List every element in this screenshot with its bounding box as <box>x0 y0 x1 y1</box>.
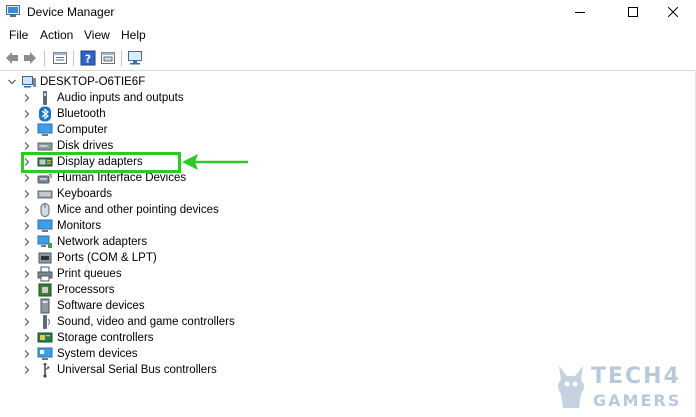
chevron-right-icon[interactable] <box>22 301 32 311</box>
storage-controller-icon <box>37 332 53 343</box>
svg-text:?: ? <box>85 53 91 66</box>
tree-node-label: Mice and other pointing devices <box>57 204 219 216</box>
menu-view[interactable]: View <box>84 28 110 42</box>
toolbar-separator <box>73 50 74 66</box>
chevron-right-icon[interactable] <box>22 317 32 327</box>
tree-node-label: Storage controllers <box>57 332 154 344</box>
tree-node-label: Processors <box>57 284 115 296</box>
menu-action[interactable]: Action <box>40 28 73 42</box>
toolbar-separator <box>121 50 122 66</box>
tree-node[interactable]: Monitors <box>0 218 300 234</box>
tree-node-label: Bluetooth <box>57 108 106 120</box>
tree-node[interactable]: Print queues <box>0 266 300 282</box>
help-icon[interactable]: ? <box>80 50 96 66</box>
title-bar: Device Manager <box>0 0 696 24</box>
tree-node-label: Audio inputs and outputs <box>57 92 184 104</box>
watermark-line2: GAMERS <box>593 391 682 410</box>
chevron-right-icon[interactable] <box>22 237 32 247</box>
mascot-icon <box>558 366 584 408</box>
tree-node[interactable]: Computer <box>0 122 300 138</box>
processor-icon <box>38 283 52 297</box>
scan-hardware-icon[interactable] <box>127 50 143 66</box>
tree-node-label: Monitors <box>57 220 102 232</box>
tree-node-label: Keyboards <box>57 188 112 200</box>
watermark-line1: TECH4 <box>591 364 681 389</box>
chevron-down-icon[interactable] <box>7 77 17 87</box>
keyboard-icon <box>37 190 53 199</box>
tree-node-label: Print queues <box>57 268 122 280</box>
tree-node[interactable]: Keyboards <box>0 186 300 202</box>
chevron-right-icon[interactable] <box>22 365 32 375</box>
minimize-icon <box>575 12 585 13</box>
menu-help[interactable]: Help <box>121 28 146 42</box>
toolbar-separator <box>44 50 45 66</box>
computer-root-icon <box>22 76 36 88</box>
tree-node[interactable]: System devices <box>0 346 300 362</box>
tree-node-label: Network adapters <box>57 236 148 248</box>
chevron-right-icon[interactable] <box>22 205 32 215</box>
computer-icon <box>37 123 53 136</box>
chevron-right-icon[interactable] <box>22 253 32 263</box>
tree-node-label: Computer <box>57 124 108 136</box>
chevron-right-icon[interactable] <box>22 173 32 183</box>
tree-node-label: Universal Serial Bus controllers <box>57 364 217 376</box>
sound-controller-icon <box>43 315 50 329</box>
close-icon <box>668 7 678 17</box>
computer-name: DESKTOP-O6TIE6F <box>40 76 146 88</box>
tree-node-label: Software devices <box>57 300 145 312</box>
chevron-right-icon[interactable] <box>22 189 32 199</box>
tree-node-label: Sound, video and game controllers <box>57 316 235 328</box>
chevron-right-icon[interactable] <box>22 333 32 343</box>
system-device-icon <box>37 347 53 360</box>
tree-node[interactable]: Universal Serial Bus controllers <box>0 362 300 378</box>
highlight-box <box>21 152 181 173</box>
chevron-right-icon[interactable] <box>22 269 32 279</box>
chevron-right-icon[interactable] <box>22 285 32 295</box>
tree-node-label: Ports (COM & LPT) <box>57 252 157 264</box>
tree-node[interactable]: Software devices <box>0 298 300 314</box>
port-icon <box>38 252 52 264</box>
tree-node[interactable]: Sound, video and game controllers <box>0 314 300 330</box>
tree-node[interactable]: Ports (COM & LPT) <box>0 250 300 266</box>
watermark-logo: TECH4 GAMERS <box>553 362 693 414</box>
minimize-button[interactable] <box>557 0 603 24</box>
tree-node[interactable]: Mice and other pointing devices <box>0 202 300 218</box>
chevron-right-icon[interactable] <box>22 109 32 119</box>
chevron-right-icon[interactable] <box>22 93 32 103</box>
bluetooth-icon <box>39 106 51 122</box>
pointer-arrow <box>182 154 248 170</box>
close-button[interactable] <box>650 0 696 24</box>
menu-bar: File Action View Help <box>0 25 696 45</box>
forward-arrow-icon[interactable] <box>22 50 38 66</box>
back-arrow-icon[interactable] <box>4 50 20 66</box>
mouse-icon <box>40 203 50 217</box>
tree-node-label: System devices <box>57 348 138 360</box>
software-device-icon <box>40 298 50 314</box>
usb-icon <box>43 362 50 378</box>
show-hidden-icon[interactable] <box>100 50 116 66</box>
chevron-right-icon[interactable] <box>22 349 32 359</box>
network-adapter-icon <box>37 235 52 248</box>
chevron-right-icon[interactable] <box>22 221 32 231</box>
toolbar: ? <box>0 46 696 71</box>
speaker-icon <box>43 91 47 105</box>
tree-root[interactable]: DESKTOP-O6TIE6F <box>0 74 300 90</box>
chevron-right-icon[interactable] <box>22 141 32 151</box>
tree-node[interactable]: Bluetooth <box>0 106 300 122</box>
printer-icon <box>37 266 53 282</box>
device-manager-app-icon <box>6 5 20 17</box>
properties-icon[interactable] <box>52 50 68 66</box>
tree-node[interactable]: Audio inputs and outputs <box>0 90 300 106</box>
tree-node[interactable]: Storage controllers <box>0 330 300 346</box>
maximize-icon <box>628 7 638 17</box>
tree-node[interactable]: Network adapters <box>0 234 300 250</box>
monitor-icon <box>37 219 53 232</box>
window-title: Device Manager <box>27 5 115 19</box>
chevron-right-icon[interactable] <box>22 125 32 135</box>
tree-node[interactable]: Processors <box>0 282 300 298</box>
menu-file[interactable]: File <box>9 28 28 42</box>
